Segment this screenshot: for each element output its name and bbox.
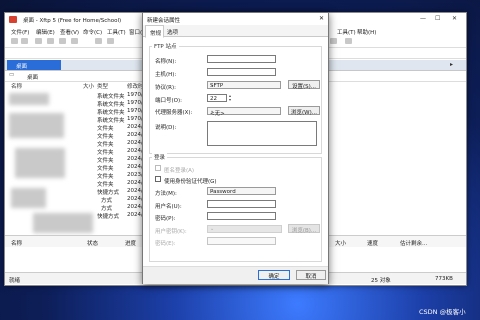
method-label: 方法(M):: [155, 191, 177, 197]
passphrase-label: 密码(E):: [155, 241, 176, 247]
name-label: 名称(N):: [155, 59, 177, 65]
window-title: 桌面 - Xftp 5 (Free for Home/School): [23, 18, 122, 24]
transfer-icon[interactable]: [95, 38, 102, 44]
auth-agent-checkbox[interactable]: [155, 176, 161, 182]
refresh-icon[interactable]: [47, 38, 54, 44]
forward-icon[interactable]: [71, 38, 78, 44]
ok-button[interactable]: 确定: [258, 270, 290, 280]
tab-options[interactable]: 选项: [163, 25, 180, 36]
properties-icon[interactable]: [107, 38, 114, 44]
user-key-select[interactable]: ⌄: [207, 225, 282, 233]
password-label: 密码(P):: [155, 216, 176, 222]
menu-edit[interactable]: 编辑(E): [36, 28, 55, 36]
transfer-col-size[interactable]: 大小: [335, 239, 346, 247]
host-label: 主机(H):: [155, 72, 177, 78]
back-icon[interactable]: [59, 38, 66, 44]
transfer-col-eta[interactable]: 估计剩余...: [400, 239, 427, 247]
dialog-close-icon[interactable]: ✕: [319, 15, 324, 22]
minimize-icon[interactable]: —: [420, 15, 426, 22]
proxy-select[interactable]: <无> ⌄: [207, 107, 281, 117]
anonymous-checkbox[interactable]: [155, 165, 161, 171]
transfer-col-progress[interactable]: 进度: [125, 239, 136, 247]
description-textarea[interactable]: [207, 121, 317, 146]
transfer-col-status[interactable]: 状态: [87, 239, 98, 247]
port-input[interactable]: 22: [207, 94, 227, 102]
anonymous-label: 匿名登录(A): [164, 168, 195, 174]
menu-command[interactable]: 命令(C): [83, 28, 102, 36]
cancel-button[interactable]: 取消: [296, 270, 326, 280]
folder-icon: ▭: [9, 72, 15, 78]
settings-icon[interactable]: [330, 38, 337, 44]
username-input[interactable]: [207, 200, 276, 208]
method-select[interactable]: Password ⌄: [207, 187, 276, 195]
proxy-label: 代理服务器(X):: [155, 110, 193, 116]
menu-file[interactable]: 文件(F): [11, 28, 29, 36]
status-ready: 就绪: [9, 278, 21, 284]
status-size: 773KB: [435, 276, 453, 282]
chevron-down-icon: ⌄: [210, 188, 215, 194]
dialog-tabs: 常规 选项: [143, 25, 328, 38]
dialog-title: 新建会话属性: [147, 18, 181, 24]
ftp-site-label: FTP 站点: [152, 42, 179, 50]
host-input[interactable]: [207, 68, 276, 76]
chevron-down-icon: ⌄: [210, 226, 215, 232]
port-stepper[interactable]: ▴ ▾: [229, 94, 234, 102]
maximize-icon[interactable]: ☐: [435, 15, 440, 22]
protocol-select[interactable]: SFTP ⌄: [207, 81, 281, 89]
tab-desktop[interactable]: 桌面: [7, 60, 61, 70]
col-type[interactable]: 类型: [97, 82, 108, 90]
open-icon[interactable]: [21, 38, 28, 44]
menu-view[interactable]: 查看(V): [60, 28, 79, 36]
chevron-down-icon: ⌄: [210, 108, 215, 114]
settings-button[interactable]: 设置(S)...: [288, 80, 320, 90]
auth-agent-label: 使用身份验证代理(G): [164, 179, 217, 185]
close-icon[interactable]: ✕: [452, 15, 457, 22]
passphrase-input[interactable]: [207, 237, 276, 245]
port-label: 端口号(O):: [155, 98, 182, 104]
transfer-col-name[interactable]: 名称: [11, 239, 22, 247]
new-session-icon[interactable]: [11, 38, 18, 44]
xftp-app-icon: [9, 16, 17, 23]
password-input[interactable]: [207, 212, 276, 220]
col-name[interactable]: 名称: [11, 82, 22, 90]
tab-menu-icon[interactable]: ▸: [450, 61, 453, 68]
username-label: 用户名(U):: [155, 204, 182, 210]
menu-tools[interactable]: 工具(T): [107, 28, 126, 36]
name-input[interactable]: [207, 55, 276, 63]
chevron-down-icon: ⌄: [210, 82, 215, 88]
help-icon[interactable]: [345, 38, 352, 44]
menu-tools-right[interactable]: 工具(T): [337, 28, 356, 36]
key-browse-button[interactable]: 浏览(B)...: [288, 224, 320, 234]
taskbar: [0, 300, 480, 320]
user-key-label: 用户密钥(K):: [155, 229, 187, 235]
session-properties-dialog: 新建会话属性 ✕ 常规 选项 FTP 站点 名称(N): 主机(H): 协议(R…: [142, 12, 329, 284]
login-label: 登录: [152, 153, 168, 161]
address-text: 桌面: [27, 75, 39, 81]
status-object-count: 25 对象: [371, 278, 391, 284]
protocol-label: 协议(R):: [155, 85, 176, 91]
description-label: 说明(D):: [155, 125, 177, 131]
tab-general[interactable]: 常规: [145, 25, 164, 38]
col-size[interactable]: 大小: [83, 82, 94, 90]
menu-help[interactable]: 帮助(H): [357, 28, 376, 36]
transfer-col-speed[interactable]: 速度: [367, 239, 378, 247]
proxy-browse-button[interactable]: 浏览(W)...: [288, 106, 320, 116]
watermark: CSDN @极客小: [419, 308, 466, 316]
disconnect-icon[interactable]: [35, 38, 42, 44]
